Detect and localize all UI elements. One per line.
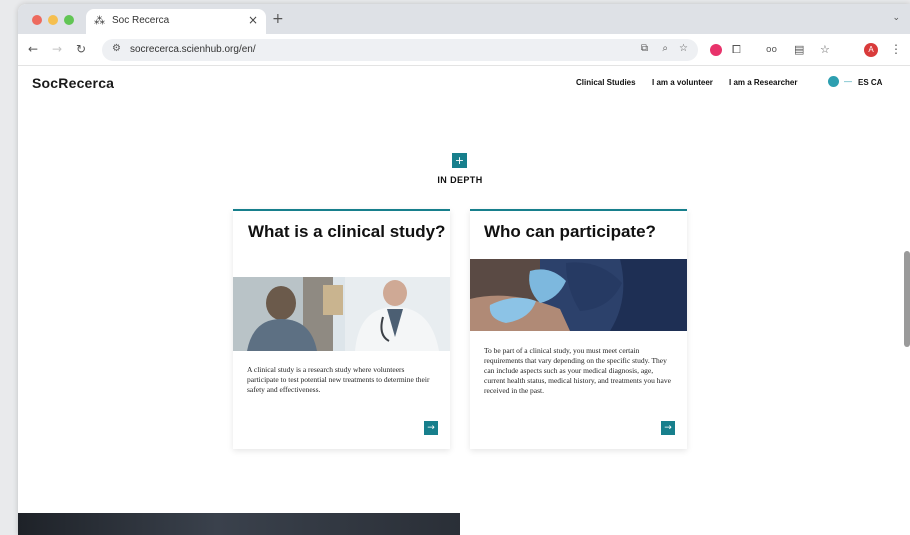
maximize-window-button[interactable]	[64, 15, 74, 25]
browser-window: ⁂ Soc Recerca × + ⌄ ← → ↻ ⚙ socrecerca.s…	[18, 4, 910, 535]
arrow-right-icon[interactable]: →	[424, 421, 438, 435]
tab-bar: ⁂ Soc Recerca × + ⌄	[18, 4, 910, 34]
site-header: SocRecerca Clinical Studies I am a volun…	[18, 67, 910, 99]
bookmarks-icon[interactable]: ☆	[820, 43, 830, 56]
close-window-button[interactable]	[32, 15, 42, 25]
card-what-is-clinical-study[interactable]: What is a clinical study? A clinical stu…	[233, 209, 450, 449]
nav-i-am-a-researcher[interactable]: I am a Researcher	[729, 78, 798, 87]
tab-search-icon[interactable]: ⌄	[892, 13, 900, 23]
globe-icon[interactable]	[828, 76, 839, 87]
new-tab-button[interactable]: +	[272, 11, 284, 27]
nav-clinical-studies[interactable]: Clinical Studies	[576, 78, 636, 87]
card-who-can-participate[interactable]: Who can participate? To be part of a cli…	[470, 209, 687, 449]
arrow-right-icon[interactable]: →	[661, 421, 675, 435]
reload-icon[interactable]: ↻	[76, 42, 86, 56]
profile-avatar[interactable]: A	[864, 43, 878, 57]
reading-mode-icon[interactable]: oo	[766, 45, 777, 55]
side-panel-icon[interactable]: ▤	[794, 43, 804, 56]
plus-icon: +	[452, 153, 467, 168]
vaccination-gloved-hands-image	[470, 259, 687, 331]
browser-tab[interactable]: ⁂ Soc Recerca ×	[86, 9, 266, 34]
zoom-icon[interactable]: ⌕	[662, 43, 668, 54]
site-favicon-icon: ⁂	[94, 14, 105, 27]
site-info-icon[interactable]: ⚙	[112, 43, 121, 54]
tab-title: Soc Recerca	[112, 15, 170, 26]
bookmark-star-icon[interactable]: ☆	[679, 43, 688, 54]
section-label: IN DEPTH	[437, 175, 483, 185]
browser-menu-icon[interactable]: ⋮	[890, 42, 902, 56]
extension-pink-icon[interactable]	[710, 44, 722, 56]
card-title: What is a clinical study?	[248, 222, 446, 241]
language-switcher[interactable]: ES CA	[858, 78, 882, 87]
site-logo[interactable]: SocRecerca	[32, 75, 114, 91]
browser-toolbar: ← → ↻ ⚙ socrecerca.scienhub.org/en/ ⧉ ⌕ …	[18, 34, 910, 66]
close-tab-icon[interactable]: ×	[248, 13, 258, 27]
language-separator: —	[844, 77, 852, 86]
doctor-with-patient-image	[233, 277, 450, 351]
card-title: Who can participate?	[484, 222, 656, 241]
card-text: A clinical study is a research study whe…	[247, 365, 430, 394]
url-text[interactable]: socrecerca.scienhub.org/en/	[130, 44, 256, 55]
next-section-image	[18, 513, 460, 535]
nav-i-am-a-volunteer[interactable]: I am a volunteer	[652, 78, 713, 87]
page-scrollbar[interactable]	[904, 251, 910, 347]
forward-arrow-icon[interactable]: →	[52, 42, 62, 56]
card-text: To be part of a clinical study, you must…	[484, 346, 671, 395]
minimize-window-button[interactable]	[48, 15, 58, 25]
extensions-puzzle-icon[interactable]: ⧠	[732, 43, 741, 57]
back-arrow-icon[interactable]: ←	[28, 42, 38, 56]
address-bar[interactable]: ⚙ socrecerca.scienhub.org/en/ ⧉ ⌕ ☆	[102, 39, 698, 61]
translate-icon[interactable]: ⧉	[641, 43, 648, 54]
web-page: SocRecerca Clinical Studies I am a volun…	[18, 67, 910, 535]
